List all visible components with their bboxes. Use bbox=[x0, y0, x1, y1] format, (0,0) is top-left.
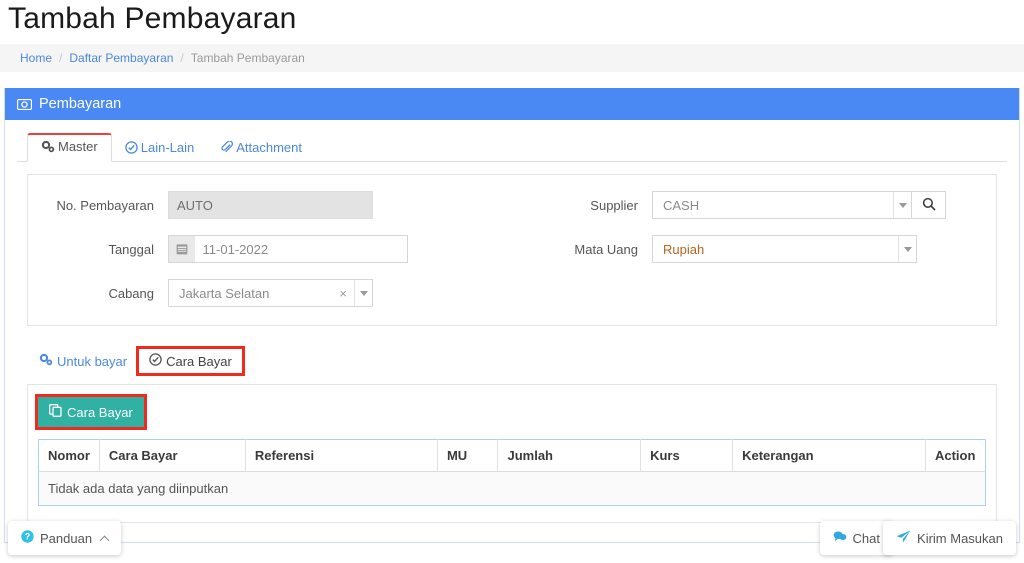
cabang-value: Jakarta Selatan bbox=[179, 285, 270, 301]
copy-icon bbox=[49, 404, 62, 420]
cabang-select[interactable]: Jakarta Selatan × bbox=[168, 279, 373, 307]
clear-icon[interactable]: × bbox=[332, 286, 354, 301]
column-kurs: Kurs bbox=[640, 439, 734, 472]
subtab-cara-bayar[interactable]: Cara Bayar bbox=[136, 346, 245, 376]
gears-icon bbox=[39, 353, 53, 369]
chat-bubble-icon bbox=[833, 530, 847, 546]
label-tanggal: Tanggal bbox=[108, 241, 154, 257]
column-action: Action bbox=[925, 439, 986, 472]
tab-lain-lain[interactable]: Lain-Lain bbox=[112, 134, 208, 162]
subtab-untuk-bayar-label: Untuk bayar bbox=[57, 353, 128, 369]
page-title: Tambah Pembayaran bbox=[8, 2, 297, 35]
chat-button[interactable]: Chat bbox=[819, 521, 893, 555]
chevron-down-icon[interactable] bbox=[898, 236, 916, 262]
supplier-select[interactable]: CASH bbox=[652, 191, 912, 219]
add-cara-bayar-button[interactable]: Cara Bayar bbox=[35, 394, 147, 430]
form-right-column: Supplier CASH Mata Uang Rupiah bbox=[512, 191, 996, 307]
label-supplier: Supplier bbox=[590, 197, 638, 213]
label-mata-uang: Mata Uang bbox=[574, 241, 638, 257]
field-cabang: Cabang Jakarta Selatan × bbox=[28, 279, 512, 307]
banknote-icon bbox=[17, 98, 32, 110]
panel-header: Pembayaran bbox=[5, 88, 1019, 120]
tanggal-input[interactable]: 11-01-2022 bbox=[194, 235, 408, 263]
master-tabs: Master Lain-Lain Attachment bbox=[17, 130, 1007, 162]
table-row-empty: Tidak ada data yang diinputkan bbox=[38, 471, 986, 506]
check-circle-icon bbox=[124, 141, 138, 154]
chevron-down-icon[interactable] bbox=[893, 192, 911, 218]
chevron-up-icon bbox=[99, 535, 110, 545]
column-referensi: Referensi bbox=[245, 439, 438, 472]
breadcrumb-daftar-pembayaran[interactable]: Daftar Pembayaran bbox=[69, 51, 173, 65]
calendar-icon[interactable] bbox=[168, 235, 195, 263]
tab-master[interactable]: Master bbox=[27, 133, 112, 162]
breadcrumb-current: Tambah Pembayaran bbox=[190, 51, 305, 65]
field-tanggal: Tanggal 11-01-2022 bbox=[28, 235, 512, 263]
column-mu: MU bbox=[437, 439, 499, 472]
column-nomor: Nomor bbox=[38, 439, 100, 472]
breadcrumb: Home / Daftar Pembayaran / Tambah Pembay… bbox=[0, 44, 1024, 72]
column-keterangan: Keterangan bbox=[732, 439, 926, 472]
cara-bayar-card: Cara Bayar Nomor Cara Bayar Referensi MU… bbox=[27, 384, 997, 523]
tab-lain-lain-label: Lain-Lain bbox=[140, 140, 195, 155]
field-supplier: Supplier CASH bbox=[512, 191, 996, 219]
kirim-masukan-button[interactable]: Kirim Masukan bbox=[883, 521, 1016, 555]
paperclip-icon bbox=[220, 141, 234, 154]
breadcrumb-home[interactable]: Home bbox=[20, 51, 52, 65]
kirim-masukan-label: Kirim Masukan bbox=[917, 530, 1003, 546]
breadcrumb-separator: / bbox=[180, 51, 184, 65]
field-no-pembayaran: No. Pembayaran AUTO bbox=[28, 191, 512, 219]
supplier-search-button[interactable] bbox=[912, 191, 946, 219]
master-form-card: No. Pembayaran AUTO Tanggal 11-01-2022 C… bbox=[27, 174, 997, 326]
question-circle-icon: ? bbox=[21, 530, 34, 546]
breadcrumb-separator: / bbox=[59, 51, 63, 65]
subtab-untuk-bayar[interactable]: Untuk bayar bbox=[29, 349, 137, 373]
label-no-pembayaran: No. Pembayaran bbox=[56, 197, 154, 213]
tab-attachment-label: Attachment bbox=[236, 140, 302, 155]
supplier-value: CASH bbox=[663, 197, 700, 213]
field-mata-uang: Mata Uang Rupiah bbox=[512, 235, 996, 263]
subtab-cara-bayar-label: Cara Bayar bbox=[166, 353, 232, 369]
pembayaran-panel: Pembayaran Master Lain-Lain Attachment N… bbox=[4, 88, 1020, 543]
no-pembayaran-input[interactable]: AUTO bbox=[168, 191, 373, 219]
mata-uang-value: Rupiah bbox=[663, 241, 705, 257]
detail-tabs: Untuk bayar Cara Bayar bbox=[29, 346, 1007, 376]
mata-uang-select[interactable]: Rupiah bbox=[652, 235, 917, 263]
chevron-down-icon[interactable] bbox=[354, 280, 372, 306]
panel-title: Pembayaran bbox=[39, 96, 122, 112]
gears-icon bbox=[41, 140, 55, 153]
paper-plane-icon bbox=[896, 530, 911, 546]
column-cara-bayar: Cara Bayar bbox=[99, 439, 246, 472]
check-circle-icon bbox=[149, 353, 162, 369]
panduan-label: Panduan bbox=[40, 530, 93, 546]
cara-bayar-table: Nomor Cara Bayar Referensi MU Jumlah Kur… bbox=[38, 439, 986, 506]
tab-attachment[interactable]: Attachment bbox=[207, 134, 315, 162]
column-jumlah: Jumlah bbox=[497, 439, 642, 472]
search-icon bbox=[922, 197, 936, 214]
form-left-column: No. Pembayaran AUTO Tanggal 11-01-2022 C… bbox=[28, 191, 512, 307]
panduan-button[interactable]: ? Panduan bbox=[8, 521, 122, 555]
chat-label: Chat bbox=[852, 530, 880, 546]
empty-message: Tidak ada data yang diinputkan bbox=[38, 471, 986, 506]
add-cara-bayar-label: Cara Bayar bbox=[67, 404, 133, 420]
svg-text:?: ? bbox=[25, 532, 31, 542]
label-cabang: Cabang bbox=[108, 285, 154, 301]
tab-master-label: Master bbox=[58, 139, 98, 154]
table-header-row: Nomor Cara Bayar Referensi MU Jumlah Kur… bbox=[38, 439, 986, 472]
